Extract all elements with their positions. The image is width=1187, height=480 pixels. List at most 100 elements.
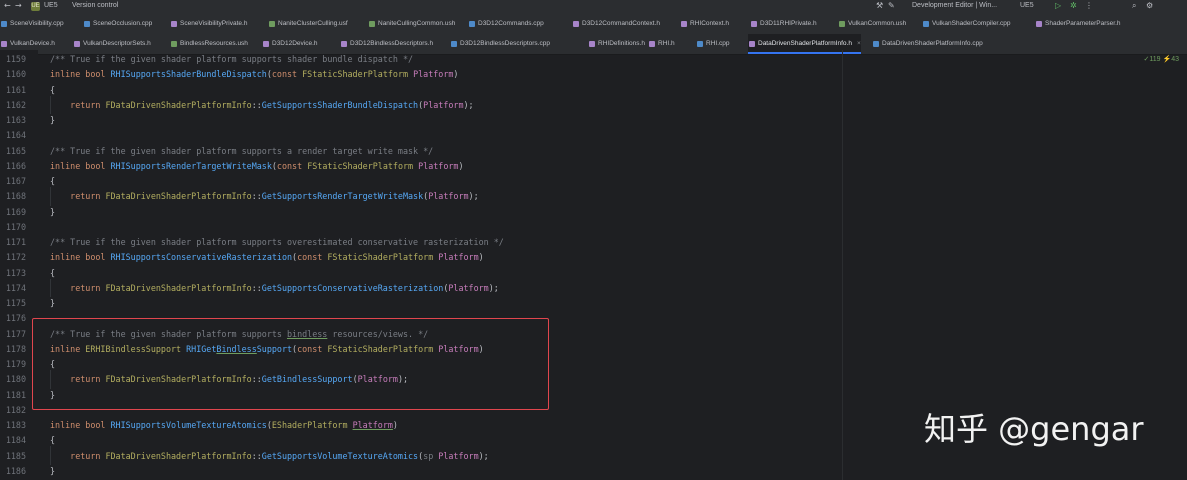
code-line[interactable]: /** True if the given shader platform su… [50, 145, 433, 157]
file-type-icon [697, 41, 703, 47]
code-token: RHISupportsShaderBundleDispatch [110, 69, 267, 80]
target-selector[interactable]: UE5 [1020, 1, 1034, 11]
code-line[interactable]: return FDataDrivenShaderPlatformInfo::Ge… [50, 190, 479, 202]
code-line[interactable]: } [50, 114, 55, 126]
file-type-icon [649, 41, 655, 47]
tab-d3d12device-h[interactable]: D3D12Device.h [262, 34, 318, 54]
tab-rhidefinitions-h[interactable]: RHIDefinitions.h [588, 34, 645, 54]
tab-rhicontext-h[interactable]: RHIContext.h [680, 14, 729, 34]
gear-icon[interactable]: ⚙ [1146, 1, 1153, 10]
tab-vulkancommon-ush[interactable]: VulkanCommon.ush [838, 14, 906, 34]
tab-rhi-h[interactable]: RHI.h [648, 34, 675, 54]
line-number: 1172 [5, 252, 26, 263]
tab-sceneocclusion-cpp[interactable]: SceneOcclusion.cpp [83, 14, 152, 34]
tab-d3d11rhiprivate-h[interactable]: D3D11RHIPrivate.h [750, 14, 817, 34]
code-token: const [297, 252, 328, 263]
tab-d3d12commands-cpp[interactable]: D3D12Commands.cpp [468, 14, 544, 34]
tab-d3d12bindlessdescriptors-cpp[interactable]: D3D12BindlessDescriptors.cpp [450, 34, 550, 54]
code-line[interactable]: inline bool RHISupportsConservativeRaste… [50, 251, 484, 263]
code-line[interactable]: { [50, 84, 55, 96]
code-token: Platform [352, 420, 393, 430]
code-token: /** True if the given shader platform su… [50, 145, 434, 156]
tab-label: VulkanDescriptorSets.h [83, 40, 151, 47]
run-icon[interactable]: ▷ [1055, 1, 1061, 10]
right-margin-divider [842, 50, 843, 480]
code-line[interactable]: } [50, 297, 55, 309]
code-line[interactable]: inline bool RHISupportsRenderTargetWrite… [50, 160, 464, 172]
tab-label: VulkanShaderCompiler.cpp [932, 20, 1011, 27]
title-bar: ← → UE UE5 Version control ⚒ ✎ Developme… [0, 0, 1187, 14]
indent-guide [50, 446, 51, 465]
tab-datadrivenshaderplatforminfo-cpp[interactable]: DataDrivenShaderPlatformInfo.cpp [872, 34, 983, 54]
close-icon[interactable]: × [857, 40, 861, 47]
indent-guide [50, 187, 51, 206]
code-token: Platform [428, 191, 469, 202]
file-type-icon [839, 21, 845, 27]
tab-label: SceneVisibilityPrivate.h [180, 20, 248, 27]
code-token: ); [468, 191, 479, 202]
code-token: RHISupportsConservativeRasterization [110, 252, 293, 263]
forward-arrow-icon[interactable]: → [15, 1, 22, 10]
line-number: 1176 [5, 313, 26, 324]
code-token: { [50, 176, 56, 186]
tab-scenevisibilityprivate-h[interactable]: SceneVisibilityPrivate.h [170, 14, 247, 34]
code-token: ); [488, 282, 499, 293]
code-token: Platform [418, 160, 459, 171]
debug-icon[interactable]: ✲ [1070, 1, 1077, 10]
project-selector[interactable]: UE5 [44, 1, 58, 11]
code-line[interactable]: return FDataDrivenShaderPlatformInfo::Ge… [50, 99, 473, 111]
tab-vulkanshadercompiler-cpp[interactable]: VulkanShaderCompiler.cpp [922, 14, 1011, 34]
code-token: inline bool [50, 420, 111, 430]
line-number-gutter: 1159 1160 1161 1162 1163 1164 1165 1166 1167 1168… [0, 50, 38, 480]
tab-scenevisibility-cpp[interactable]: SceneVisibility.cpp [0, 14, 64, 34]
tab-rhi-cpp[interactable]: RHI.cpp [696, 34, 729, 54]
code-line[interactable]: return FDataDrivenShaderPlatformInfo::Ge… [50, 282, 499, 294]
code-token: /** True if the given shader platform su… [50, 54, 414, 64]
line-number: 1170 [5, 221, 26, 232]
code-line[interactable]: return FDataDrivenShaderPlatformInfo::Ge… [50, 450, 489, 462]
line-number: 1160 [5, 69, 26, 80]
code-token: FDataDrivenShaderPlatformInfo [105, 99, 252, 110]
tab-bindlessresources-ush[interactable]: BindlessResources.ush [170, 34, 248, 54]
vcs-menu[interactable]: Version control [72, 1, 118, 11]
line-number: 1175 [5, 298, 26, 308]
code-line[interactable]: } [50, 465, 55, 477]
code-token: { [50, 435, 56, 446]
tab-d3d12commandcontext-h[interactable]: D3D12CommandContext.h [572, 14, 660, 34]
code-line[interactable]: inline bool RHISupportsShaderBundleDispa… [50, 68, 458, 80]
code-line[interactable]: inline bool RHISupportsVolumeTextureAtom… [50, 419, 398, 431]
back-arrow-icon[interactable]: ← [4, 1, 11, 10]
code-line[interactable]: } [50, 206, 55, 218]
code-line[interactable]: { [50, 175, 55, 187]
tab-datadrivenshaderplatforminfo-h[interactable]: DataDrivenShaderPlatformInfo.h × [748, 34, 861, 54]
code-line[interactable]: /** True if the given shader platform su… [50, 53, 413, 65]
code-line[interactable]: /** True if the given shader platform su… [50, 236, 504, 248]
code-token: GetSupportsVolumeTextureAtomics [261, 450, 419, 461]
code-line[interactable]: { [50, 434, 55, 446]
edit-config-icon[interactable]: ✎ [888, 1, 895, 10]
line-number: 1164 [5, 130, 26, 141]
run-config-selector[interactable]: Development Editor | Win... [912, 1, 997, 11]
code-token: Platform [438, 252, 479, 263]
tab-nanitecullingcommon-ush[interactable]: NaniteCullingCommon.ush [368, 14, 455, 34]
tab-label: RHIContext.h [690, 20, 730, 27]
line-number: 1178 [5, 343, 26, 354]
code-line[interactable]: { [50, 267, 55, 279]
tab-naniteclusterculling-usf[interactable]: NaniteClusterCulling.usf [268, 14, 348, 34]
tab-vulkandescriptorsets-h[interactable]: VulkanDescriptorSets.h [73, 34, 151, 54]
code-token: inline bool [50, 160, 111, 171]
code-token: sp [423, 450, 439, 461]
code-token: ) [458, 160, 464, 171]
code-token: :: [251, 191, 262, 202]
line-number: 1162 [5, 99, 26, 110]
tab-d3d12bindlessdescriptors-h[interactable]: D3D12BindlessDescriptors.h [340, 34, 433, 54]
inspection-widget[interactable]: ✓119 ⚡43 [1144, 55, 1179, 63]
code-token: /** True if the given shader platform su… [50, 237, 504, 247]
tab-shaderparameterparser-h[interactable]: ShaderParameterParser.h [1035, 14, 1121, 34]
code-token: inline bool [50, 252, 111, 263]
line-number: 1161 [5, 84, 26, 95]
more-icon[interactable]: ⋮ [1085, 1, 1093, 10]
build-icon[interactable]: ⚒ [876, 1, 883, 10]
search-icon[interactable]: ⌕ [1132, 1, 1136, 11]
